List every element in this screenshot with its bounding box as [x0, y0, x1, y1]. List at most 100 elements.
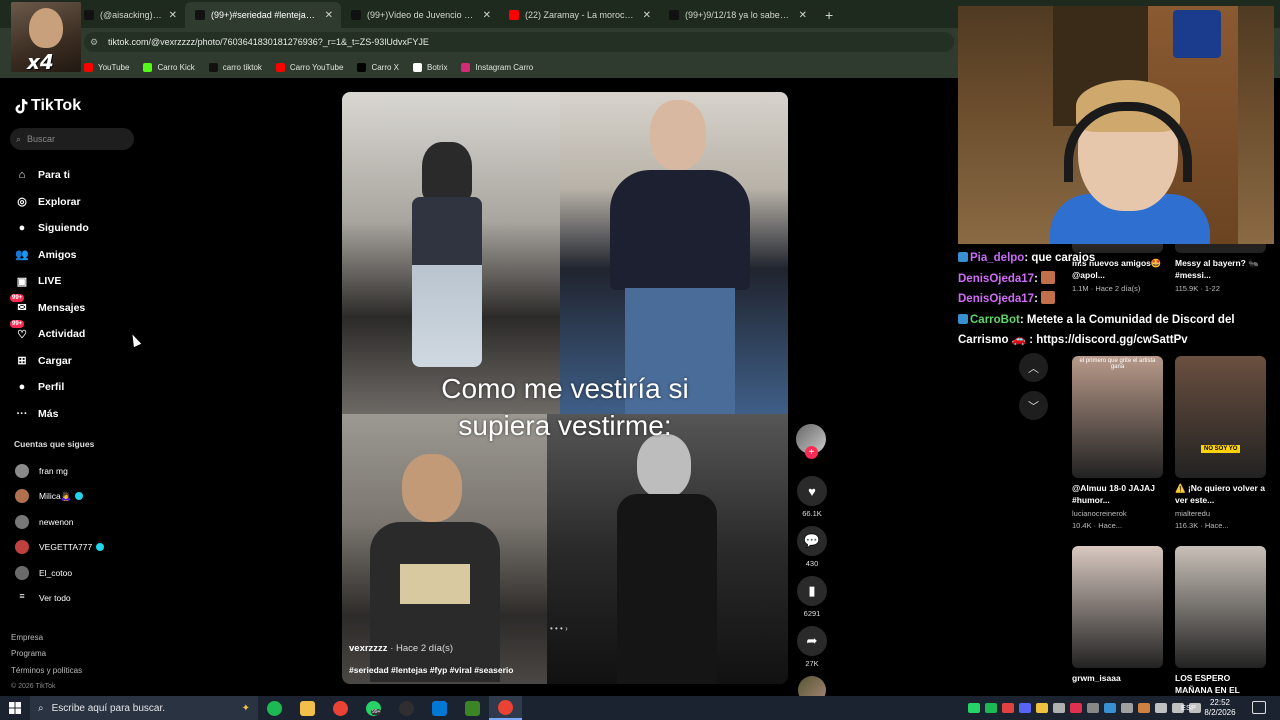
photo-post[interactable]: Como me vestiría si supiera vestirme: • …: [342, 92, 788, 684]
video-thumbnail[interactable]: [1072, 546, 1163, 668]
sidebar-item-siguiendo[interactable]: ● Siguiendo: [14, 215, 89, 242]
video-thumbnail[interactable]: NO SOY YO: [1175, 356, 1266, 478]
recommended-video[interactable]: grwm_isaaa: [1072, 546, 1163, 684]
video-thumbnail[interactable]: [1175, 546, 1266, 668]
previous-post-button[interactable]: ︿: [1019, 353, 1048, 382]
recommended-video[interactable]: NO SOY YO ⚠️ ¡No quiero volver a ver este…: [1175, 356, 1266, 532]
taskbar-app-chrome-active[interactable]: [489, 696, 522, 720]
browser-tab[interactable]: (99+)#seriedad #lentejas #fyp ✕: [185, 2, 341, 28]
sidebar-item-actividad[interactable]: ♡ 99+ Actividad: [10, 320, 89, 348]
browser-tab[interactable]: (99+)Video de Juvencio José c ✕: [341, 2, 499, 28]
taskbar-app-whatsapp[interactable]: 99+: [357, 696, 390, 720]
like-action[interactable]: ♥ 66.1K: [796, 476, 828, 518]
video-thumbnail[interactable]: el primero que grite el artista gana: [1072, 356, 1163, 478]
sidebar-item-mensajes[interactable]: ✉ 99+ Mensajes: [10, 293, 89, 322]
taskbar-app-chrome[interactable]: [324, 696, 357, 720]
address-bar[interactable]: ⚙ tiktok.com/@vexrzzzz/photo/76036418301…: [84, 32, 954, 52]
sidebar-item-parati[interactable]: ⌂ Para ti: [14, 162, 89, 189]
site-info-icon[interactable]: ⚙: [90, 37, 102, 48]
notifications-icon[interactable]: [1252, 701, 1266, 714]
sidebar-item-amigos[interactable]: 👥 Amigos: [14, 242, 89, 269]
taskbar-app-store[interactable]: [423, 696, 456, 720]
followed-account[interactable]: El_cotoo: [15, 560, 104, 586]
app-tray-icon[interactable]: [1104, 703, 1116, 713]
heart-icon[interactable]: ♥: [797, 476, 827, 506]
whatsapp-tray-icon[interactable]: [968, 703, 980, 713]
app-tray-icon[interactable]: [1053, 703, 1065, 713]
app-tray-icon[interactable]: [1036, 703, 1048, 713]
tab-close-icon[interactable]: ✕: [169, 10, 177, 21]
clock[interactable]: 22:52 8/2/2026: [1198, 698, 1242, 718]
share-action[interactable]: ➦ 27K: [796, 626, 828, 668]
bookmark-item[interactable]: Carro Kick: [143, 62, 195, 72]
share-icon[interactable]: ➦: [797, 626, 827, 656]
network-icon[interactable]: [1155, 703, 1167, 713]
browser-tab[interactable]: (22) Zaramay - La morocha es ✕: [499, 2, 659, 28]
bookmark-item[interactable]: YouTube: [84, 62, 129, 72]
taskbar-app-minecraft[interactable]: [456, 696, 489, 720]
taskbar-app-files[interactable]: [291, 696, 324, 720]
bookmark-item[interactable]: Botrix: [413, 62, 447, 72]
new-tab-button[interactable]: +: [815, 2, 843, 28]
language-indicator[interactable]: ESP: [1181, 703, 1196, 712]
next-post-button[interactable]: ﹀: [1019, 391, 1048, 420]
video-title[interactable]: ⚠️ ¡No quiero volver a ver este...: [1175, 482, 1266, 506]
slide-indicator[interactable]: • • • ›: [550, 624, 568, 633]
tab-close-icon[interactable]: ✕: [643, 10, 651, 21]
followed-account[interactable]: fran mg: [15, 458, 104, 484]
post-hashtags[interactable]: #seriedad #lentejas #fyp #viral #seaseri…: [349, 665, 513, 675]
save-action[interactable]: ▮ 6291: [796, 576, 828, 618]
recommended-video[interactable]: LOS ESPERO MAÑANA EN EL: [1175, 546, 1266, 696]
settings-tray-icon[interactable]: [1121, 703, 1133, 713]
taskbar-app-obs[interactable]: [390, 696, 423, 720]
video-title[interactable]: @Almuu 18-0 JAJAJ #humor...: [1072, 482, 1163, 506]
sidebar-item-cargar[interactable]: ⊞ Cargar: [14, 348, 89, 375]
chat-emote-icon: [1040, 270, 1055, 284]
tab-close-icon[interactable]: ✕: [799, 10, 807, 21]
video-title[interactable]: grwm_isaaa: [1072, 672, 1163, 684]
follow-plus-icon[interactable]: +: [805, 446, 818, 459]
see-all-button[interactable]: ≡ Ver todo: [15, 586, 104, 612]
taskbar-search[interactable]: ⌕ Escribe aquí para buscar. ✦: [30, 696, 258, 720]
windows-taskbar: ⌕ Escribe aquí para buscar. ✦ 99+ ESP 22…: [0, 696, 1280, 720]
sidebar-item-ms[interactable]: ··· Más: [14, 401, 89, 428]
discord-tray-icon[interactable]: [1019, 703, 1031, 713]
comment-action[interactable]: 💬 430: [796, 526, 828, 568]
recommended-video[interactable]: el primero que grite el artista gana @Alm…: [1072, 356, 1163, 532]
browser-tab[interactable]: (99+)9/12/18 ya lo saben ♥️ ✕: [659, 2, 815, 28]
footer-link-programa[interactable]: Programa: [11, 646, 82, 662]
windows-start-icon[interactable]: [0, 696, 30, 720]
post-username[interactable]: vexrzzzz: [349, 643, 388, 654]
app-tray-icon[interactable]: [1087, 703, 1099, 713]
post-author[interactable]: vexrzzzz · Hace 2 día(s): [349, 643, 453, 654]
tiktok-logo[interactable]: TikTok: [14, 97, 81, 115]
spotify-tray-icon[interactable]: [985, 703, 997, 713]
comment-icon[interactable]: 💬: [797, 526, 827, 556]
search-input[interactable]: ⌕ Buscar: [10, 128, 134, 150]
sidebar-item-label: Amigos: [38, 248, 77, 261]
video-title[interactable]: LOS ESPERO MAÑANA EN EL: [1175, 672, 1266, 696]
bookmark-item[interactable]: Carro X: [357, 62, 399, 72]
bookmark-icon[interactable]: ▮: [797, 576, 827, 606]
sidebar-item-perfil[interactable]: ● Perfil: [14, 374, 89, 401]
author-avatar[interactable]: +: [796, 424, 826, 459]
bookmark-item[interactable]: Instagram Carro: [461, 62, 533, 72]
photo-top-left: [342, 92, 560, 414]
app-tray-icon[interactable]: [1002, 703, 1014, 713]
bookmark-item[interactable]: Carro YouTube: [275, 62, 343, 72]
tab-close-icon[interactable]: ✕: [325, 10, 333, 21]
sidebar-item-live[interactable]: ▣ LIVE: [14, 268, 89, 295]
footer-link-empresa[interactable]: Empresa: [11, 630, 82, 646]
sidebar-item-explorar[interactable]: ◎ Explorar: [14, 189, 89, 216]
app-tray-icon[interactable]: [1070, 703, 1082, 713]
tab-close-icon[interactable]: ✕: [483, 10, 491, 21]
chat-username: DenisOjeda17: [958, 293, 1035, 305]
footer-link-terminos[interactable]: Términos y políticas: [11, 663, 82, 679]
chat-message: CarroBot: Metete a la Comunidad de Disco…: [958, 310, 1258, 351]
app-tray-icon[interactable]: [1138, 703, 1150, 713]
followed-account[interactable]: newenon: [15, 509, 104, 535]
bookmark-item[interactable]: carro tiktok: [208, 62, 262, 72]
followed-account[interactable]: Milica🙇‍♀️: [15, 484, 104, 510]
followed-account[interactable]: VEGETTA777: [15, 535, 105, 561]
taskbar-app-spotify[interactable]: [258, 696, 291, 720]
